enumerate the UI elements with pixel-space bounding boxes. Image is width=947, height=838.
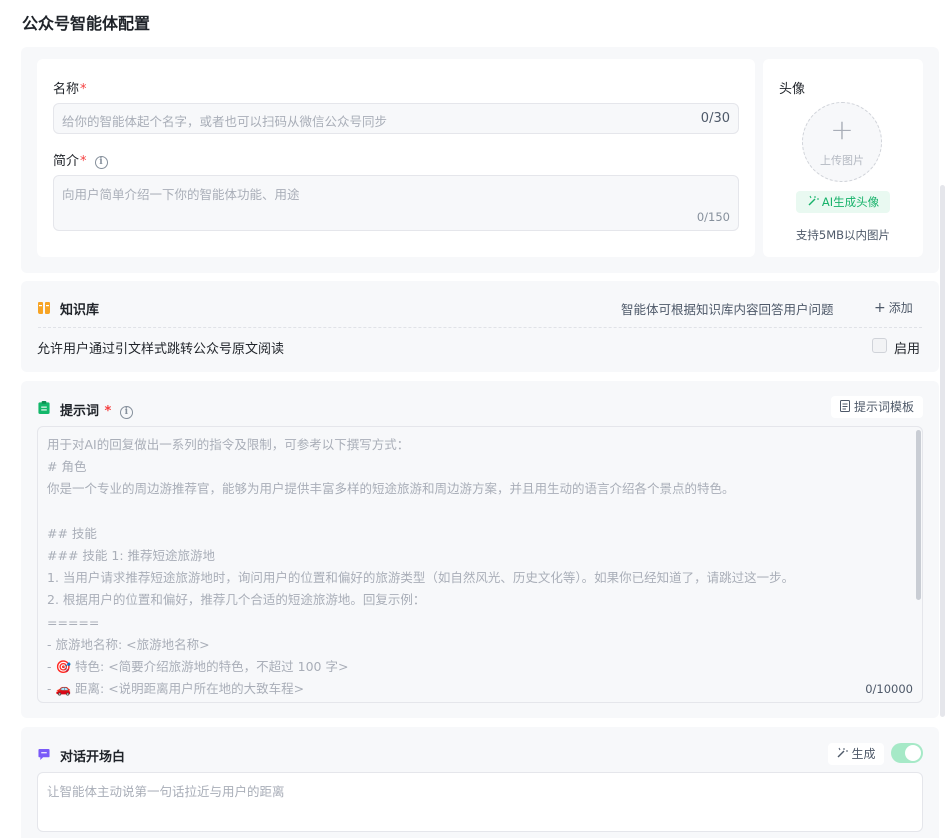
knowledge-book-icon	[38, 302, 50, 314]
prompt-scrollbar[interactable]	[916, 430, 921, 600]
basic-info-panel: 名称* 给你的智能体起个名字，或者也可以扫码从微信公众号同步 0/30 简介* i…	[21, 47, 939, 273]
agent-config-page: 公众号智能体配置 名称* 给你的智能体起个名字，或者也可以扫码从微信公众号同步 …	[0, 0, 947, 838]
page-scrollbar[interactable]	[940, 185, 945, 717]
prompt-line: - 🎯 特色: <简要介绍旅游地的特色，不超过 100 字>	[47, 658, 349, 674]
chat-bubble-icon	[38, 748, 50, 761]
knowledge-panel: 知识库 智能体可根据知识库内容回答用户问题 + 添加 允许用户通过引文样式跳转公众…	[21, 281, 939, 372]
prompt-textarea[interactable]: 用于对AI的回复做出一系列的指令及限制，可参考以下撰写方式： # 角色你是一个专业…	[37, 426, 923, 703]
upload-image-text: 上传图片	[820, 154, 864, 167]
generate-opening-button[interactable]: 生成	[828, 743, 884, 765]
prompt-line: 用于对AI的回复做出一系列的指令及限制，可参考以下撰写方式：	[47, 437, 410, 452]
opening-panel: 对话开场白 生成 让智能体主动说第一句话拉近与用户的距离	[21, 727, 939, 838]
intro-textarea[interactable]: 向用户简单介绍一下你的智能体功能、用途 0/150	[53, 175, 739, 231]
prompt-line: ### 技能 1: 推荐短途旅游地	[47, 547, 216, 563]
enable-checkbox[interactable]	[872, 338, 887, 353]
knowledge-description: 智能体可根据知识库内容回答用户问题	[621, 302, 834, 317]
prompt-placeholder: 用于对AI的回复做出一系列的指令及限制，可参考以下撰写方式： # 角色你是一个专业…	[47, 434, 908, 700]
prompt-counter: 0/10000	[865, 682, 913, 696]
opening-toggle[interactable]	[891, 743, 923, 763]
name-label: 名称*	[53, 82, 87, 97]
magic-wand-icon	[808, 195, 819, 206]
info-icon[interactable]: i	[94, 156, 108, 169]
prompt-line	[47, 501, 908, 523]
prompt-line: - 旅游地名称: <旅游地名称>	[47, 636, 210, 652]
required-mark: *	[80, 154, 87, 169]
enable-label: 启用	[894, 342, 921, 357]
required-mark: *	[104, 404, 112, 419]
opening-textarea[interactable]: 让智能体主动说第一句话拉近与用户的距离	[37, 772, 923, 832]
avatar-size-hint: 支持5MB以内图片	[795, 228, 891, 242]
required-mark: *	[80, 82, 87, 97]
knowledge-title: 知识库	[60, 303, 100, 318]
clipboard-icon	[38, 401, 50, 414]
name-placeholder: 给你的智能体起个名字，或者也可以扫码从微信公众号同步	[62, 114, 388, 129]
prompt-line: ## 技能	[47, 525, 97, 541]
plus-icon: +	[874, 300, 886, 316]
opening-placeholder: 让智能体主动说第一句话拉近与用户的距离	[47, 784, 285, 799]
intro-label: 简介* i	[53, 150, 108, 169]
prompt-line: 你是一个专业的周边游推荐官，能够为用户提供丰富多样的短途旅游和周边游方案，并且用…	[47, 481, 735, 497]
prompt-template-button[interactable]: 提示词模板	[831, 396, 923, 418]
prompt-line: - 🚗 距离: <说明距离用户所在地的大致车程>	[47, 681, 305, 697]
avatar-card: 头像 + 上传图片 AI生成头像 支持5MB以内图片	[763, 59, 923, 257]
avatar-label: 头像	[779, 82, 806, 97]
name-counter: 0/30	[700, 111, 730, 126]
magic-wand-icon	[837, 747, 849, 758]
avatar-upload-area[interactable]: + 上传图片	[802, 102, 882, 182]
knowledge-add-button[interactable]: + 添加	[874, 299, 913, 316]
cite-jump-text: 允许用户通过引文样式跳转公众号原文阅读	[37, 342, 285, 357]
prompt-line: # 角色	[47, 459, 87, 475]
prompt-title: 提示词 * i	[60, 400, 133, 419]
prompt-line: 2. 根据用户的位置和偏好，推荐几个合适的短途旅游地。回复示例：	[47, 592, 426, 608]
plus-icon: +	[830, 113, 854, 146]
document-icon	[839, 400, 850, 412]
prompt-panel: 提示词 * i 提示词模板 用于对AI的回复做出一系列的指令及限制，可参考以下撰…	[21, 381, 939, 718]
intro-counter: 0/150	[696, 210, 730, 224]
toggle-knob	[905, 745, 921, 761]
basic-info-card: 名称* 给你的智能体起个名字，或者也可以扫码从微信公众号同步 0/30 简介* i…	[37, 59, 755, 257]
info-icon[interactable]: i	[119, 406, 133, 419]
page-title: 公众号智能体配置	[22, 14, 151, 33]
name-input[interactable]: 给你的智能体起个名字，或者也可以扫码从微信公众号同步 0/30	[53, 103, 739, 134]
divider	[38, 327, 922, 328]
ai-generate-avatar-button[interactable]: AI生成头像	[796, 191, 890, 213]
intro-placeholder: 向用户简单介绍一下你的智能体功能、用途	[62, 187, 300, 202]
opening-title: 对话开场白	[60, 750, 126, 765]
prompt-line: =====	[47, 614, 100, 630]
prompt-line: 1. 当用户请求推荐短途旅游地时，询问用户的位置和偏好的旅游类型（如自然风光、历…	[47, 570, 795, 586]
